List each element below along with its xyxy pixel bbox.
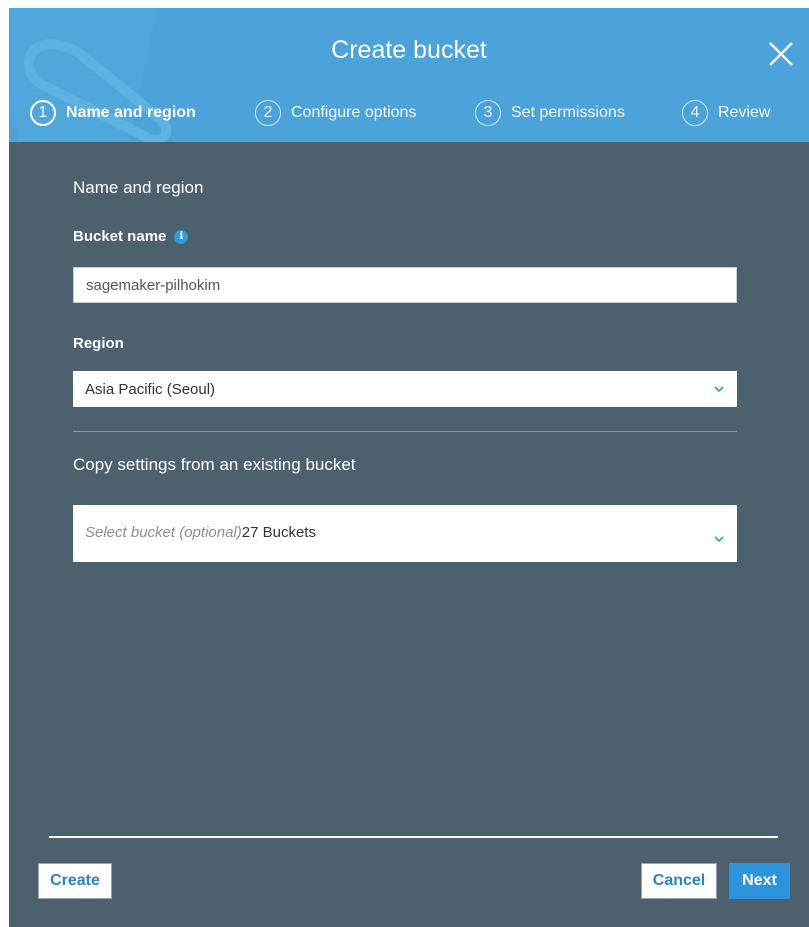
dialog-header: Create bucket 1 Name and region 2 Config… xyxy=(9,8,809,142)
copy-settings-select[interactable]: Select bucket (optional) 27 Buckets xyxy=(73,505,737,562)
divider xyxy=(73,431,737,432)
bucket-name-input[interactable] xyxy=(73,267,737,303)
step-number: 3 xyxy=(475,100,501,126)
info-icon[interactable]: i xyxy=(174,229,189,244)
step-label: Name and region xyxy=(66,104,196,121)
copy-settings-placeholder: Select bucket (optional) xyxy=(85,524,242,541)
step-name-and-region[interactable]: 1 Name and region xyxy=(30,96,196,130)
region-selected-value: Asia Pacific (Seoul) xyxy=(85,380,216,398)
step-label: Configure options xyxy=(291,104,417,121)
step-review[interactable]: 4 Review xyxy=(682,96,770,130)
step-number: 2 xyxy=(255,100,281,126)
create-button[interactable]: Create xyxy=(38,863,112,899)
footer-divider xyxy=(49,836,778,838)
wizard-steps: 1 Name and region 2 Configure options 3 … xyxy=(9,96,809,130)
bucket-name-label: Bucket name i xyxy=(73,228,189,245)
region-select[interactable]: Asia Pacific (Seoul) xyxy=(73,371,737,407)
region-label: Region xyxy=(73,335,124,352)
close-icon[interactable] xyxy=(767,40,795,68)
section-title: Name and region xyxy=(73,178,204,197)
step-label: Set permissions xyxy=(511,104,625,121)
chevron-down-icon xyxy=(714,536,724,543)
dialog-title: Create bucket xyxy=(331,36,487,64)
step-number: 1 xyxy=(30,100,56,126)
bucket-name-label-text: Bucket name xyxy=(73,228,167,245)
copy-settings-title: Copy settings from an existing bucket xyxy=(73,455,356,474)
step-label: Review xyxy=(718,104,771,121)
chevron-down-icon xyxy=(714,386,724,393)
step-number: 4 xyxy=(682,100,708,126)
step-configure-options[interactable]: 2 Configure options xyxy=(255,96,416,130)
bucket-count: 27 Buckets xyxy=(241,524,316,541)
create-bucket-dialog: Create bucket 1 Name and region 2 Config… xyxy=(9,8,809,927)
cancel-button[interactable]: Cancel xyxy=(641,863,717,899)
step-set-permissions[interactable]: 3 Set permissions xyxy=(475,96,625,130)
next-button[interactable]: Next xyxy=(729,863,790,899)
